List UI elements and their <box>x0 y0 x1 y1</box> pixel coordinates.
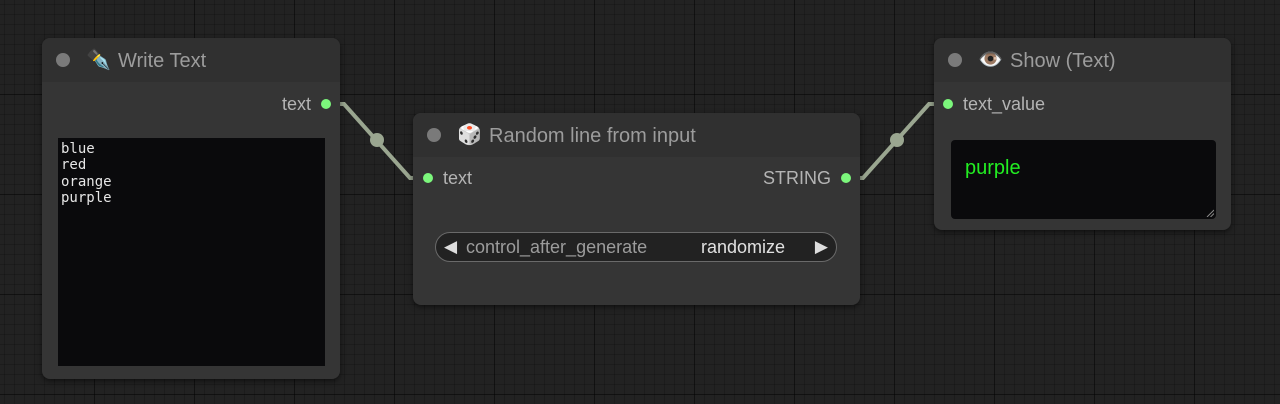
output-label-string: STRING <box>762 168 831 188</box>
dice-icon: 🎲 <box>457 124 482 146</box>
collapse-toggle[interactable] <box>948 53 962 67</box>
input-slot-text-value[interactable] <box>943 99 953 109</box>
combo-decrement-arrow[interactable]: ◀ <box>444 236 457 258</box>
input-label-text: text <box>443 168 473 188</box>
node-header[interactable]: 🎲 Random line from input <box>413 113 860 157</box>
text-input-area[interactable]: blue red orange purple <box>58 138 325 366</box>
show-text-node[interactable]: 👁️ Show (Text) text_value purple <box>934 38 1231 230</box>
node-title: Show (Text) <box>1010 50 1116 72</box>
output-slot-text[interactable] <box>321 99 331 109</box>
output-label-text: text <box>281 94 311 114</box>
control-after-generate-combo[interactable]: ◀ control_after_generate randomize ▶ <box>435 232 837 262</box>
input-label-text-value: text_value <box>963 94 1046 114</box>
node-header[interactable]: 👁️ Show (Text) <box>934 38 1231 82</box>
combo-label: control_after_generate <box>466 237 648 257</box>
write-text-node[interactable]: ✒️ Write Text text blue red orange purpl… <box>42 38 340 379</box>
input-slot-text[interactable] <box>423 173 433 183</box>
pen-nib-icon: ✒️ <box>86 49 111 71</box>
node-title: Random line from input <box>489 125 696 147</box>
eye-icon: 👁️ <box>978 49 1003 71</box>
node-title: Write Text <box>118 50 207 72</box>
node-header[interactable]: ✒️ Write Text <box>42 38 340 82</box>
link-random-line-to-show-text <box>845 102 948 180</box>
output-slot-string[interactable] <box>841 173 851 183</box>
collapse-toggle[interactable] <box>56 53 70 67</box>
show-text-output[interactable]: purple <box>951 140 1216 219</box>
resize-grip-icon[interactable] <box>1206 209 1214 217</box>
show-text-value: purple <box>965 157 1021 179</box>
random-line-node[interactable]: 🎲 Random line from input text STRING ◀ c… <box>413 113 860 305</box>
combo-increment-arrow[interactable]: ▶ <box>815 236 828 258</box>
link-midpoint-handle[interactable] <box>890 133 904 147</box>
combo-value[interactable]: randomize <box>701 236 785 258</box>
link-midpoint-handle[interactable] <box>370 133 384 147</box>
collapse-toggle[interactable] <box>427 128 441 142</box>
